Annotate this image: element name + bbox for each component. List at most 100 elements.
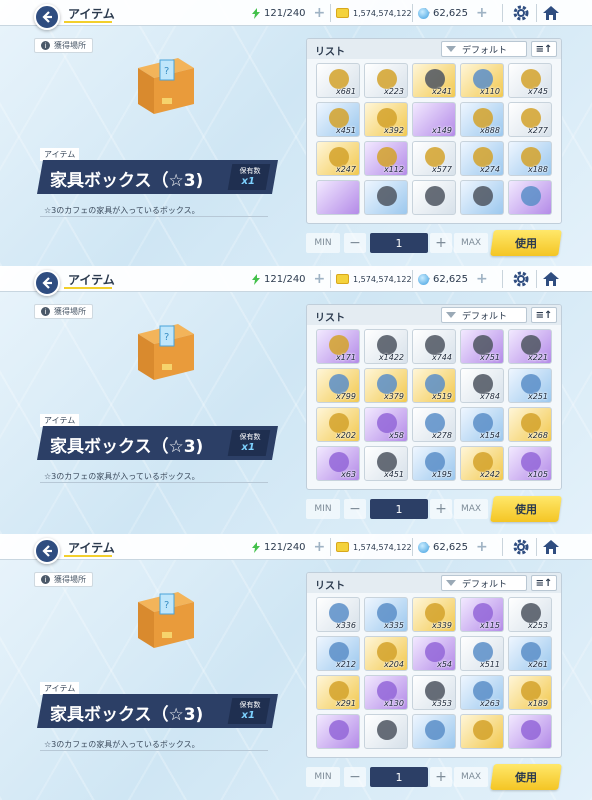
item-slot[interactable]: x339 — [412, 597, 456, 632]
item-slot[interactable]: x784 — [460, 368, 504, 403]
item-slot[interactable]: x195 — [412, 446, 456, 481]
gear-icon[interactable] — [512, 270, 530, 288]
back-button[interactable] — [34, 538, 60, 564]
item-slot[interactable]: x110 — [460, 63, 504, 98]
minus-button[interactable]: − — [344, 767, 366, 787]
acquisition-button[interactable]: i 獲得場所 — [34, 38, 93, 53]
item-slot[interactable]: x745 — [508, 63, 552, 98]
item-slot[interactable]: x681 — [316, 63, 360, 98]
max-button[interactable]: MAX — [454, 499, 488, 519]
item-slot[interactable]: x353 — [412, 675, 456, 710]
item-slot[interactable] — [508, 180, 552, 215]
item-slot[interactable]: x751 — [460, 329, 504, 364]
item-slot[interactable] — [508, 714, 552, 749]
min-button[interactable]: MIN — [306, 233, 340, 253]
min-button[interactable]: MIN — [306, 767, 340, 787]
item-slot[interactable]: x54 — [412, 636, 456, 671]
item-slot[interactable]: x263 — [460, 675, 504, 710]
minus-button[interactable]: − — [344, 233, 366, 253]
quantity-value[interactable]: 1 — [370, 767, 428, 787]
item-slot[interactable]: x799 — [316, 368, 360, 403]
sort-order-button[interactable]: ≡↑ — [531, 41, 557, 57]
item-slot[interactable]: x261 — [508, 636, 552, 671]
item-slot[interactable]: x149 — [412, 102, 456, 137]
home-icon[interactable] — [542, 270, 560, 288]
item-slot[interactable]: x212 — [316, 636, 360, 671]
item-slot[interactable]: x744 — [412, 329, 456, 364]
item-slot[interactable]: x888 — [460, 102, 504, 137]
item-slot[interactable]: x105 — [508, 446, 552, 481]
item-slot[interactable]: x171 — [316, 329, 360, 364]
quantity-value[interactable]: 1 — [370, 499, 428, 519]
back-button[interactable] — [34, 4, 60, 30]
item-slot[interactable]: x392 — [364, 102, 408, 137]
item-slot[interactable]: x277 — [508, 102, 552, 137]
item-slot[interactable]: x577 — [412, 141, 456, 176]
item-slot[interactable] — [460, 180, 504, 215]
item-slot[interactable]: x202 — [316, 407, 360, 442]
item-slot[interactable]: x451 — [364, 446, 408, 481]
acquisition-button[interactable]: i 獲得場所 — [34, 572, 93, 587]
gem-plus-button[interactable]: + — [476, 539, 488, 555]
item-slot[interactable]: x511 — [460, 636, 504, 671]
item-slot[interactable]: x63 — [316, 446, 360, 481]
item-slot[interactable] — [412, 180, 456, 215]
item-slot[interactable]: x253 — [508, 597, 552, 632]
item-slot[interactable]: x336 — [316, 597, 360, 632]
plus-button[interactable]: + — [430, 499, 452, 519]
item-slot[interactable]: x291 — [316, 675, 360, 710]
item-slot[interactable]: x204 — [364, 636, 408, 671]
item-slot[interactable]: x130 — [364, 675, 408, 710]
quantity-value[interactable]: 1 — [370, 233, 428, 253]
item-slot[interactable]: x189 — [508, 675, 552, 710]
plus-button[interactable]: + — [430, 233, 452, 253]
sort-dropdown[interactable]: デフォルト — [441, 41, 527, 57]
item-slot[interactable]: x221 — [508, 329, 552, 364]
item-slot[interactable] — [460, 714, 504, 749]
gear-icon[interactable] — [512, 538, 530, 556]
item-slot[interactable]: x115 — [460, 597, 504, 632]
item-slot[interactable]: x1422 — [364, 329, 408, 364]
sort-dropdown[interactable]: デフォルト — [441, 307, 527, 323]
home-icon[interactable] — [542, 538, 560, 556]
sort-order-button[interactable]: ≡↑ — [531, 575, 557, 591]
use-button[interactable]: 使用 — [490, 764, 562, 790]
item-slot[interactable]: x188 — [508, 141, 552, 176]
gem-plus-button[interactable]: + — [476, 5, 488, 21]
ap-plus-button[interactable]: + — [314, 271, 326, 287]
item-slot[interactable]: x251 — [508, 368, 552, 403]
sort-dropdown[interactable]: デフォルト — [441, 575, 527, 591]
home-icon[interactable] — [542, 4, 560, 22]
item-slot[interactable]: x112 — [364, 141, 408, 176]
item-slot[interactable]: x278 — [412, 407, 456, 442]
min-button[interactable]: MIN — [306, 499, 340, 519]
plus-button[interactable]: + — [430, 767, 452, 787]
use-button[interactable]: 使用 — [490, 496, 562, 522]
gear-icon[interactable] — [512, 4, 530, 22]
item-slot[interactable]: x274 — [460, 141, 504, 176]
item-slot[interactable] — [316, 180, 360, 215]
max-button[interactable]: MAX — [454, 233, 488, 253]
item-slot[interactable] — [364, 714, 408, 749]
item-slot[interactable]: x335 — [364, 597, 408, 632]
gem-plus-button[interactable]: + — [476, 271, 488, 287]
item-slot[interactable] — [412, 714, 456, 749]
item-slot[interactable]: x58 — [364, 407, 408, 442]
max-button[interactable]: MAX — [454, 767, 488, 787]
ap-plus-button[interactable]: + — [314, 5, 326, 21]
sort-order-button[interactable]: ≡↑ — [531, 307, 557, 323]
item-slot[interactable] — [364, 180, 408, 215]
item-slot[interactable]: x451 — [316, 102, 360, 137]
item-slot[interactable]: x241 — [412, 63, 456, 98]
item-slot[interactable]: x519 — [412, 368, 456, 403]
back-button[interactable] — [34, 270, 60, 296]
item-slot[interactable]: x268 — [508, 407, 552, 442]
item-slot[interactable]: x379 — [364, 368, 408, 403]
item-slot[interactable]: x242 — [460, 446, 504, 481]
item-slot[interactable] — [316, 714, 360, 749]
item-slot[interactable]: x154 — [460, 407, 504, 442]
ap-plus-button[interactable]: + — [314, 539, 326, 555]
acquisition-button[interactable]: i 獲得場所 — [34, 304, 93, 319]
use-button[interactable]: 使用 — [490, 230, 562, 256]
item-slot[interactable]: x247 — [316, 141, 360, 176]
